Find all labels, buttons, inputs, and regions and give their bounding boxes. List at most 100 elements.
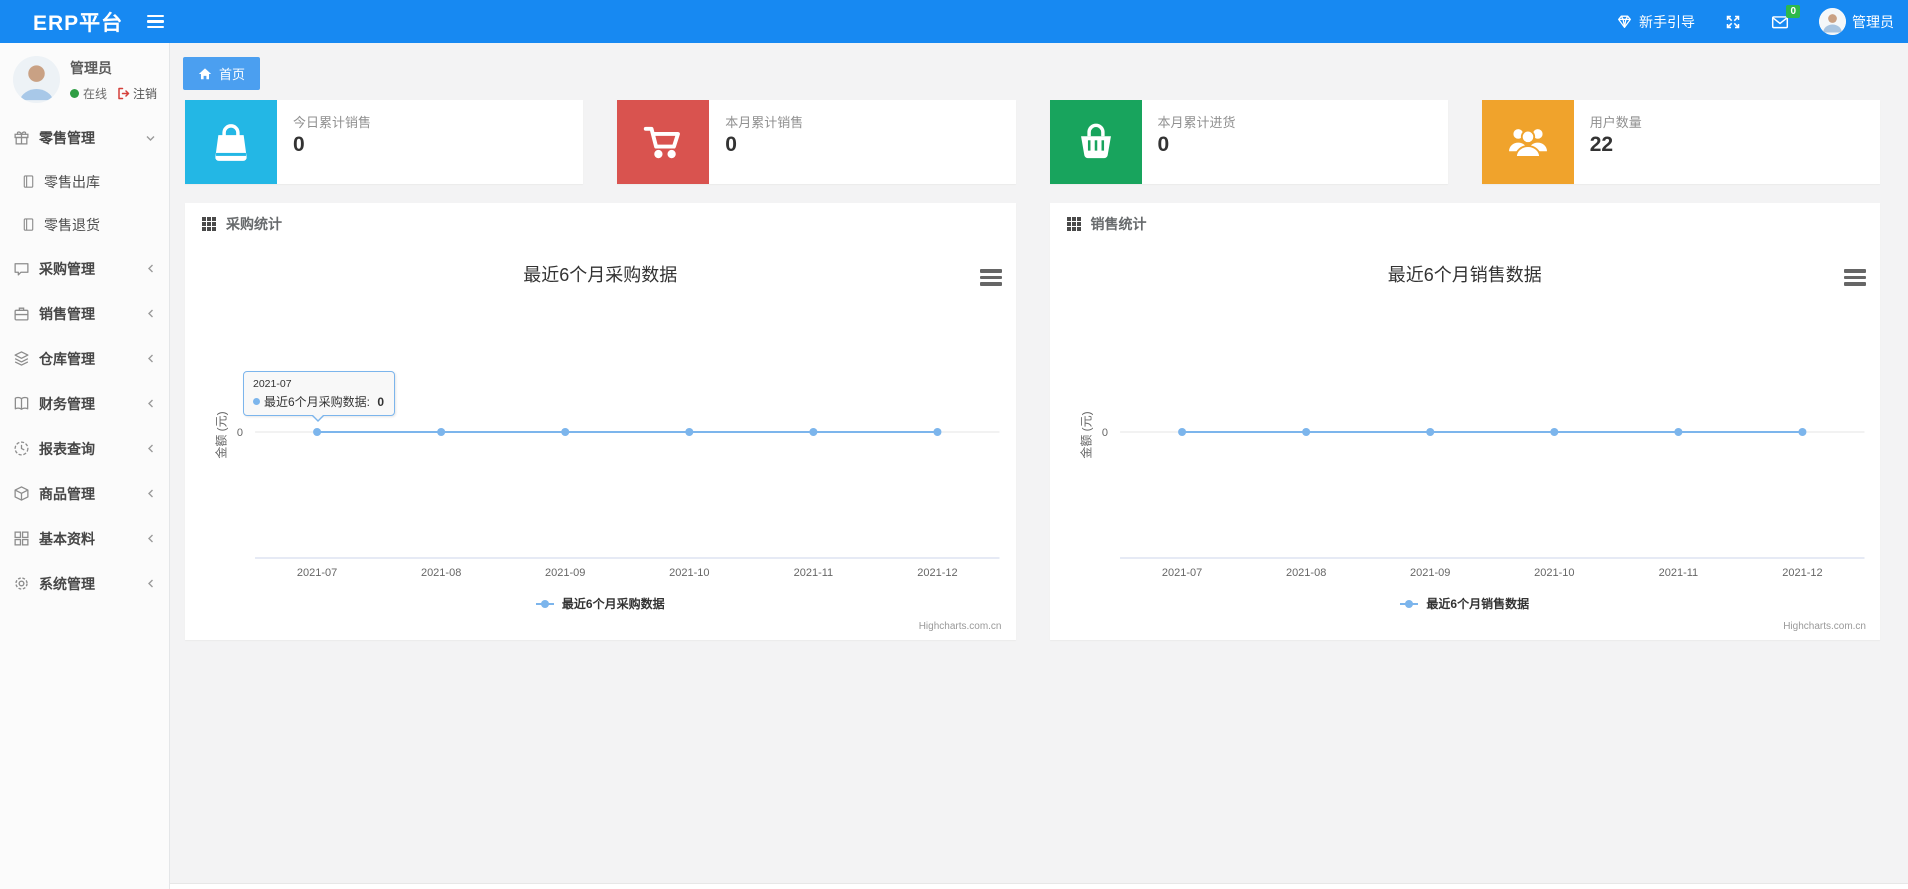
- sidebar-subitem-label: 零售出库: [44, 173, 100, 190]
- file-icon: [21, 174, 36, 189]
- chevron-left-icon: [146, 308, 156, 319]
- stat-card-label: 本月累计进货: [1157, 115, 1236, 130]
- line-chart: 0 2021-07 2021-08 2021-09 2021-10 2021-11 2021…: [185, 245, 1016, 640]
- chart-tooltip: 2021-07 最近6个月采购数据: 0: [243, 371, 395, 422]
- footer-strip: [170, 883, 1908, 889]
- basket-icon: [1049, 100, 1142, 184]
- users-icon: [1481, 100, 1574, 184]
- app-logo: ERP平台: [33, 11, 124, 35]
- sidebar-item-label: 仓库管理: [39, 350, 95, 367]
- chevron-left-icon: [146, 578, 156, 589]
- sidebar-item-sales[interactable]: 销售管理: [0, 291, 169, 336]
- file-icon: [21, 217, 36, 232]
- stat-card-value: 0: [293, 133, 305, 156]
- svg-text:2021-11: 2021-11: [1658, 567, 1698, 579]
- svg-text:0: 0: [1101, 427, 1107, 439]
- stat-card-0: 今日累计销售 0: [185, 100, 584, 184]
- clock-icon: [13, 440, 30, 457]
- sidebar-item-retail[interactable]: 零售管理: [0, 115, 169, 160]
- sidebar-subitem-retail-return[interactable]: 零售退货: [0, 203, 169, 246]
- legend-item[interactable]: 最近6个月销售数据: [1050, 595, 1881, 612]
- svg-text:2021-08: 2021-08: [1285, 567, 1325, 579]
- sidebar-item-label: 销售管理: [39, 305, 95, 322]
- navbar-right: 新手引导 0 管理员: [1616, 4, 1908, 35]
- sidebar-user-panel: 管理员 在线 注销: [0, 43, 169, 113]
- sidebar-toggle-icon[interactable]: [147, 14, 165, 29]
- tab-strip: 首页: [170, 43, 1908, 90]
- chevron-left-icon: [146, 533, 156, 544]
- online-dot-icon: [70, 88, 79, 98]
- briefcase-icon: [13, 305, 30, 322]
- legend-marker-icon: [535, 598, 554, 610]
- gem-icon: [1616, 13, 1633, 30]
- grid-icon: [13, 530, 30, 547]
- layers-icon: [13, 350, 30, 367]
- home-icon: [198, 67, 212, 81]
- chart-title: 最近6个月采购数据: [523, 265, 678, 285]
- sidebar-item-label: 基本资料: [39, 530, 95, 547]
- chart-panel-1: 销售统计 0 2021-07 2021-08 2021-09 2021-10 2021-11…: [1049, 203, 1881, 640]
- sidebar-user-name: 管理员: [70, 59, 112, 76]
- user-menu[interactable]: 管理员: [1819, 8, 1894, 35]
- svg-text:2021-08: 2021-08: [421, 567, 461, 579]
- sidebar-item-warehouse[interactable]: 仓库管理: [0, 336, 169, 381]
- book-icon: [13, 395, 30, 412]
- chart-context-menu-icon[interactable]: [1842, 267, 1868, 288]
- sidebar-item-report[interactable]: 报表查询: [0, 426, 169, 471]
- tooltip-arrow: [311, 414, 325, 422]
- sidebar-item-basic[interactable]: 基本资料: [0, 516, 169, 561]
- svg-text:0: 0: [237, 427, 243, 439]
- sidebar-item-purchase[interactable]: 采购管理: [0, 246, 169, 291]
- sidebar-item-finance[interactable]: 财务管理: [0, 381, 169, 426]
- stat-card-1: 本月累计销售 0: [617, 100, 1016, 184]
- tooltip-series: 最近6个月采购数据:: [264, 395, 374, 409]
- chevron-left-icon: [146, 353, 156, 364]
- stat-card-3: 用户数量 22: [1481, 100, 1880, 184]
- sidebar-item-label: 报表查询: [39, 440, 95, 457]
- sidebar-item-system[interactable]: 系统管理: [0, 561, 169, 606]
- sidebar-menu: 零售管理零售出库零售退货采购管理销售管理仓库管理财务管理报表查询商品管理基本资料…: [0, 115, 169, 606]
- message-count-badge: 0: [1786, 4, 1800, 18]
- sidebar-item-label: 系统管理: [39, 575, 95, 592]
- y-axis-title: 金额 (元): [214, 411, 229, 459]
- online-label: 在线: [83, 86, 108, 101]
- sidebar-item-label: 财务管理: [39, 395, 95, 412]
- gift-icon: [13, 129, 30, 146]
- chart-context-menu-icon[interactable]: [978, 267, 1004, 288]
- highcharts-credits-link[interactable]: Highcharts.com.cn: [919, 621, 1002, 632]
- fullscreen-icon: [1725, 14, 1741, 30]
- tab-home[interactable]: 首页: [183, 57, 261, 90]
- panel-title: 采购统计: [226, 216, 282, 232]
- stat-card-body: 用户数量 22: [1574, 100, 1658, 184]
- sidebar-subitem-label: 零售退货: [44, 216, 100, 233]
- logout-button[interactable]: 注销: [117, 85, 157, 102]
- svg-text:2021-10: 2021-10: [669, 567, 709, 579]
- panel-header: 采购统计: [185, 203, 1016, 245]
- sidebar-subitem-retail-out[interactable]: 零售出库: [0, 160, 169, 203]
- series-dot-icon: [253, 398, 260, 405]
- stat-card-value: 0: [1157, 133, 1170, 156]
- legend-item[interactable]: 最近6个月采购数据: [185, 595, 1016, 612]
- svg-text:2021-07: 2021-07: [1161, 567, 1201, 579]
- legend-marker-icon: [1400, 598, 1419, 610]
- svg-text:2021-09: 2021-09: [1410, 567, 1450, 579]
- shopping-bag-icon: [185, 100, 277, 184]
- stat-card-value: 0: [725, 133, 737, 156]
- highcharts-credits-link[interactable]: Highcharts.com.cn: [1783, 621, 1866, 632]
- cube-icon: [13, 485, 30, 502]
- sidebar-item-goods[interactable]: 商品管理: [0, 471, 169, 516]
- comment-icon: [13, 260, 30, 277]
- sidebar-item-label: 商品管理: [39, 485, 95, 502]
- tab-home-label: 首页: [219, 67, 246, 82]
- sidebar: 管理员 在线 注销 零售管理零售出库零售退货采购管理销售管理仓库管理财务管理报表…: [0, 43, 170, 889]
- legend-label: 最近6个月采购数据: [561, 597, 665, 611]
- guide-button[interactable]: 新手引导: [1616, 12, 1695, 32]
- panel-header: 销售统计: [1050, 203, 1881, 245]
- sidebar-item-label: 采购管理: [39, 260, 95, 277]
- fullscreen-button[interactable]: [1725, 14, 1741, 30]
- charts-row: 采购统计 0 2021-07 2021-08 2021-09 2021-10 2021-11…: [185, 203, 1880, 640]
- main-content: 首页 今日累计销售 0 本月累计销售 0 本月累计进货 0 用户数量 22 采购统计 0 2021…: [170, 43, 1908, 889]
- stat-cards-row: 今日累计销售 0 本月累计销售 0 本月累计进货 0 用户数量 22: [185, 100, 1880, 184]
- messages-button[interactable]: 0: [1771, 4, 1800, 30]
- chart-panel-0: 采购统计 0 2021-07 2021-08 2021-09 2021-10 2021-11…: [185, 203, 1016, 640]
